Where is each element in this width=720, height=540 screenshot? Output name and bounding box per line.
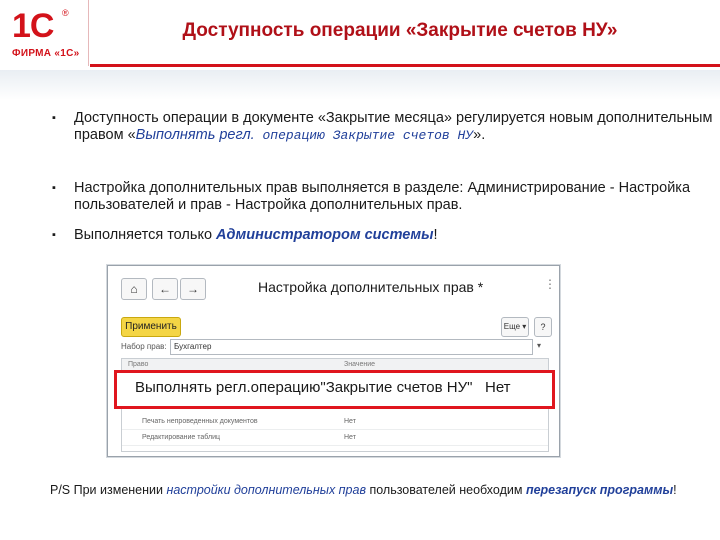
logo-mark: 1С — [12, 7, 54, 45]
bullet-marker: ▪ — [52, 182, 56, 194]
back-arrow-icon[interactable]: ← — [152, 278, 178, 300]
table-row[interactable]: Печать непроведенных документов Нет — [122, 415, 548, 430]
note-text-part: P/S При изменении — [50, 483, 167, 497]
note-emphasis: перезапуск программы — [525, 483, 674, 497]
note-text-part: пользователей необходим — [365, 483, 526, 497]
page-title: Доступность операции «Закрытие счетов НУ… — [182, 20, 618, 41]
row-value: Нет — [344, 418, 356, 425]
header-divider — [90, 64, 720, 67]
rights-set-label: Набор прав: — [121, 342, 167, 351]
row-value: Нет — [344, 434, 356, 441]
bullet-marker: ▪ — [52, 229, 56, 241]
help-button[interactable]: ? — [534, 317, 552, 337]
bullet-marker: ▪ — [52, 112, 56, 124]
header-divider-vertical — [88, 0, 89, 66]
window-title: Настройка дополнительных прав * — [258, 279, 484, 295]
highlighted-value: Нет — [485, 379, 511, 396]
bullet-text-part: Выполняется только — [74, 227, 217, 243]
more-actions-button[interactable]: Еще ▾ — [501, 317, 529, 337]
embedded-screenshot: ⌂ ← → Настройка дополнительных прав * ⋮ … — [107, 265, 560, 457]
forward-arrow-icon[interactable]: → — [180, 278, 206, 300]
logo-firm-name: ФИРМА «1С» — [12, 48, 80, 59]
row-right: Печать непроведенных документов — [142, 418, 258, 425]
apply-button[interactable]: Применить — [121, 317, 181, 337]
more-vertical-icon[interactable]: ⋮ — [544, 277, 556, 291]
bullet-text-part: ! — [433, 227, 438, 243]
slide-header: 1С ® ФИРМА «1С» Доступность операции «За… — [0, 0, 720, 68]
chevron-down-icon[interactable]: ▾ — [532, 339, 546, 353]
row-right: Редактирование таблиц — [142, 434, 220, 441]
1c-logo: 1С ® ФИРМА «1С» — [8, 6, 80, 64]
bullet-emphasis: Выполнять регл. — [135, 127, 255, 143]
rights-set-field[interactable]: Бухгалтер — [170, 339, 533, 355]
bullet-text: Настройка дополнительных прав выполняетс… — [74, 180, 691, 213]
bullet-text: Выполняется только Администратором систе… — [74, 227, 714, 244]
column-header-right[interactable]: Право — [128, 361, 148, 368]
footnote: P/S При изменении настройки дополнительн… — [50, 482, 690, 499]
highlighted-table-row[interactable]: Выполнять регл.операцию"Закрытие счетов … — [114, 370, 555, 409]
bullet-text: Доступность операции в документе «Закрыт… — [74, 110, 714, 144]
registered-mark: ® — [62, 8, 69, 18]
note-emphasis: настройки дополнительных прав — [166, 483, 366, 497]
bullet-text-part: ». — [473, 127, 486, 143]
bullet-emphasis: Администратором системы — [216, 227, 434, 243]
note-text-part: ! — [673, 483, 677, 497]
table-row[interactable]: Редактирование таблиц Нет — [122, 431, 548, 446]
bullet-emphasis-mono: операцию Закрытие счетов НУ — [254, 128, 474, 143]
column-header-value[interactable]: Значение — [344, 361, 375, 368]
highlighted-right: Выполнять регл.операцию"Закрытие счетов … — [135, 379, 473, 396]
home-icon[interactable]: ⌂ — [121, 278, 147, 300]
